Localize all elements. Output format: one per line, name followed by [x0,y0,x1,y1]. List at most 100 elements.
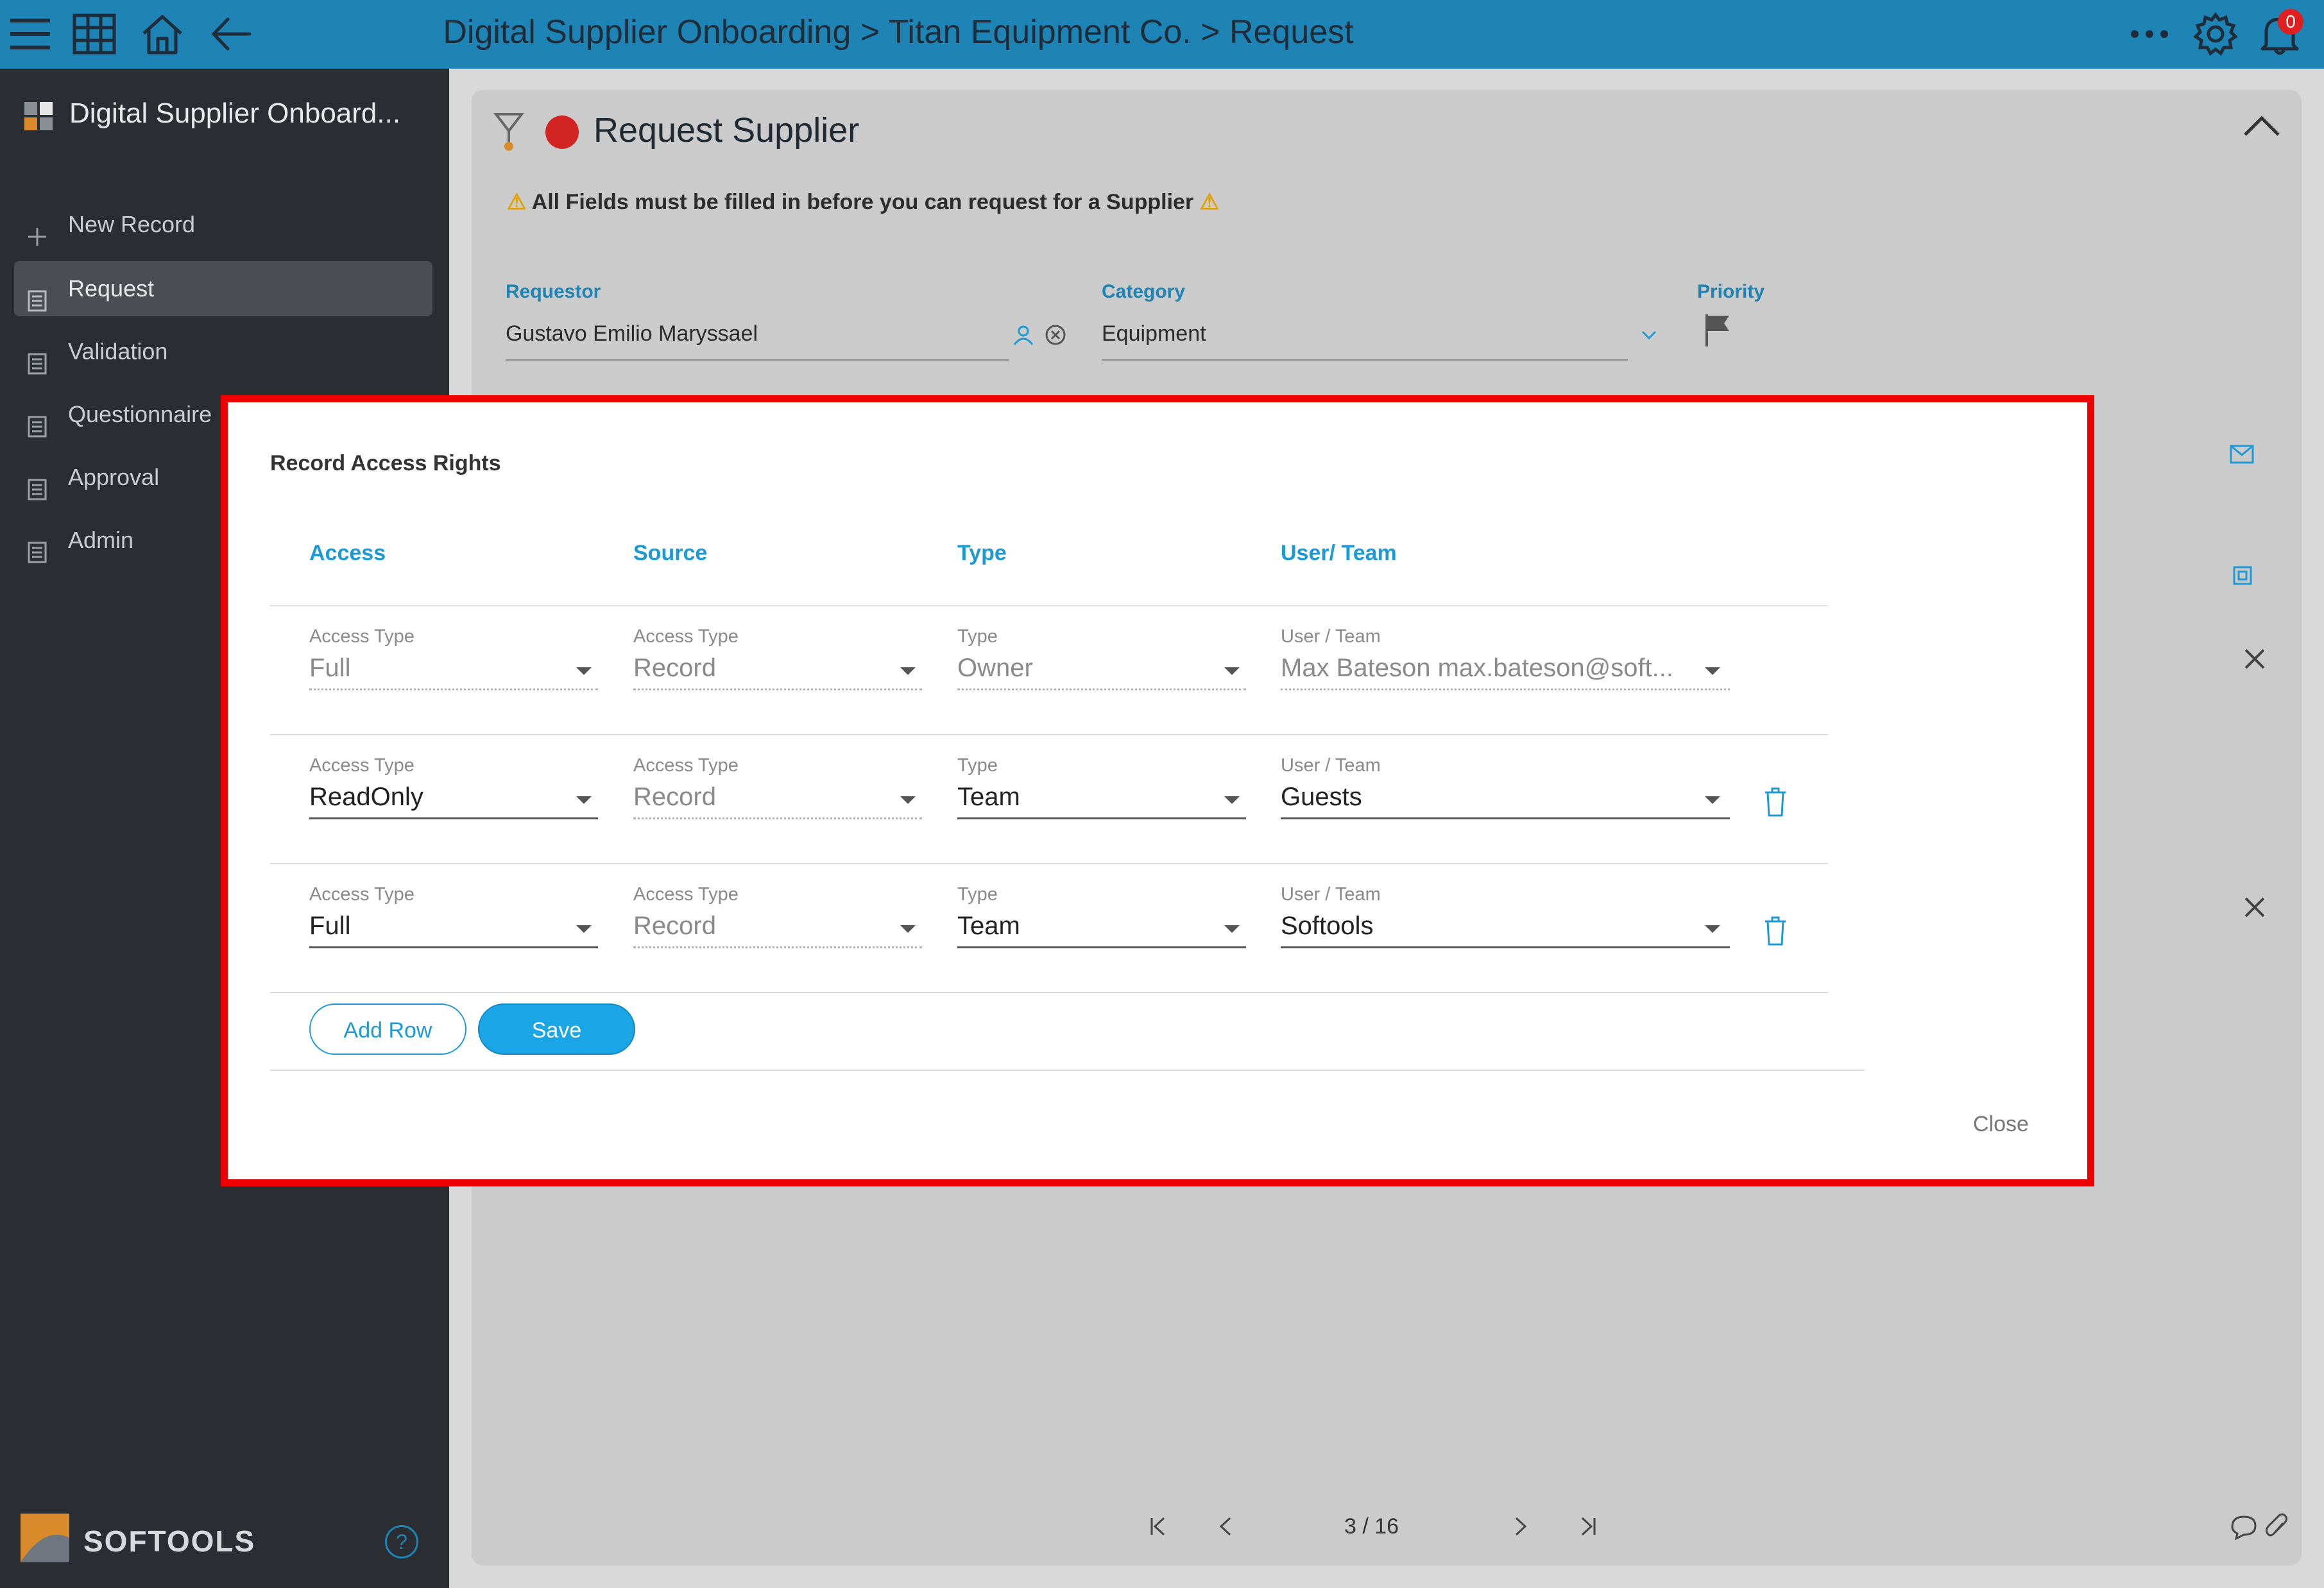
collapse-chevron-icon[interactable] [2243,113,2281,139]
document-icon [26,529,49,563]
sidebar-item-label: Validation [68,338,168,364]
type-select[interactable]: Team [957,779,1020,815]
sidebar-item-validation[interactable]: Validation [14,324,432,379]
notification-badge: 0 [2278,9,2303,35]
delete-row-icon[interactable] [1764,916,1787,946]
add-row-button[interactable]: Add Row [309,1003,466,1055]
category-label: Category [1102,281,1186,302]
requestor-label: Requestor [506,281,601,302]
field-underline [1281,946,1730,948]
plus-icon [26,213,49,246]
access-type-label: Access Type [309,755,414,776]
warning-icon: ⚠ [1199,190,1220,214]
first-page-icon[interactable] [1149,1515,1168,1537]
status-dot [545,115,579,149]
source-type-label: Access Type [633,884,739,905]
source-type-label: Access Type [633,626,739,647]
chevron-down-icon [1224,667,1240,675]
close-button[interactable]: Close [1973,1108,2029,1140]
divider [270,734,1828,735]
user-team-label: User / Team [1281,755,1381,776]
source-select: Record [633,783,716,811]
sidebar-item-label: Admin [68,527,134,553]
column-header-type: Type [957,541,1007,565]
last-page-icon[interactable] [1578,1515,1598,1537]
expand-icon[interactable] [2244,896,2266,918]
access-select[interactable]: ReadOnly [309,779,423,815]
chevron-down-icon[interactable] [1641,329,1657,341]
field-underline [957,946,1246,948]
form-title: Request Supplier [594,111,860,149]
source-type-label: Access Type [633,755,739,776]
field-underline [1281,688,1730,690]
link-field-icon[interactable] [2233,566,2252,585]
user-team-label: User / Team [1281,884,1381,905]
sidebar-item-new-record[interactable]: New Record [14,197,432,252]
user-team-select[interactable]: Guests [1281,779,1362,815]
user-team-label: User / Team [1281,626,1381,647]
category-field[interactable]: Equipment [1102,318,1206,350]
next-page-icon[interactable] [1511,1515,1530,1537]
page-indicator: 3 / 16 [1344,1514,1399,1539]
pagination: 3 / 16 [472,1489,2302,1566]
chevron-down-icon [900,925,916,933]
column-header-user-team: User/ Team [1281,541,1397,565]
field-underline [309,946,598,948]
top-bar: Digital Supplier Onboarding > Titan Equi… [0,0,2324,69]
brand-name: SOFTOOLS [83,1524,256,1558]
record-access-rights-dialog: Record Access Rights Access Source Type … [221,395,2094,1186]
type-label: Type [957,755,998,776]
more-options-icon[interactable] [2127,12,2172,56]
field-underline [309,688,598,690]
divider [270,992,1828,993]
chevron-down-icon[interactable] [1705,925,1720,933]
chevron-down-icon [900,796,916,804]
access-type-label: Access Type [309,884,414,905]
app-logo-icon [23,101,54,132]
sidebar-item-label: Request [68,275,155,302]
priority-label: Priority [1697,281,1765,302]
column-header-access: Access [309,541,386,565]
field-underline [633,817,922,819]
field-underline [957,688,1246,690]
chevron-down-icon[interactable] [576,796,592,804]
chevron-down-icon[interactable] [1224,796,1240,804]
dialog-title: Record Access Rights [270,451,501,475]
clear-icon[interactable] [1045,324,1066,346]
email-icon[interactable] [2230,445,2254,464]
user-team-select[interactable]: Softools [1281,908,1374,944]
divider [270,1070,1865,1071]
app-name[interactable]: Digital Supplier Onboard... [69,88,429,139]
type-select[interactable]: Team [957,908,1020,944]
help-icon[interactable]: ? [385,1525,418,1558]
flag-icon[interactable] [1704,313,1732,348]
save-button[interactable]: Save [478,1003,635,1055]
access-type-label: Access Type [309,626,414,647]
column-header-source: Source [633,541,708,565]
attachment-icon[interactable] [2265,1513,2288,1541]
divider [270,863,1828,864]
requestor-field[interactable]: Gustavo Emilio Maryssael [506,318,758,350]
source-select: Record [633,912,716,940]
chevron-down-icon[interactable] [1705,796,1720,804]
source-select: Record [633,654,716,682]
access-select[interactable]: Full [309,908,350,944]
divider [270,605,1828,606]
type-label: Type [957,626,998,647]
comment-icon[interactable] [2230,1514,2258,1541]
user-icon[interactable] [1012,324,1034,346]
previous-page-icon[interactable] [1216,1515,1235,1537]
user-team-select: Max Bateson max.bateson@soft... [1281,654,1674,682]
document-icon [26,340,49,375]
expand-icon[interactable] [2244,648,2266,670]
chevron-down-icon[interactable] [576,925,592,933]
chevron-down-icon[interactable] [1224,925,1240,933]
gear-icon[interactable] [2193,12,2238,56]
page-title: Digital Supplier Onboarding > Titan Equi… [443,13,1354,51]
field-underline [633,946,922,948]
delete-row-icon[interactable] [1764,787,1787,817]
sidebar-item-label: Questionnaire [68,401,212,427]
sidebar-item-request[interactable]: Request [14,261,432,316]
chevron-down-icon [576,667,592,675]
sidebar-item-label: New Record [68,211,196,237]
